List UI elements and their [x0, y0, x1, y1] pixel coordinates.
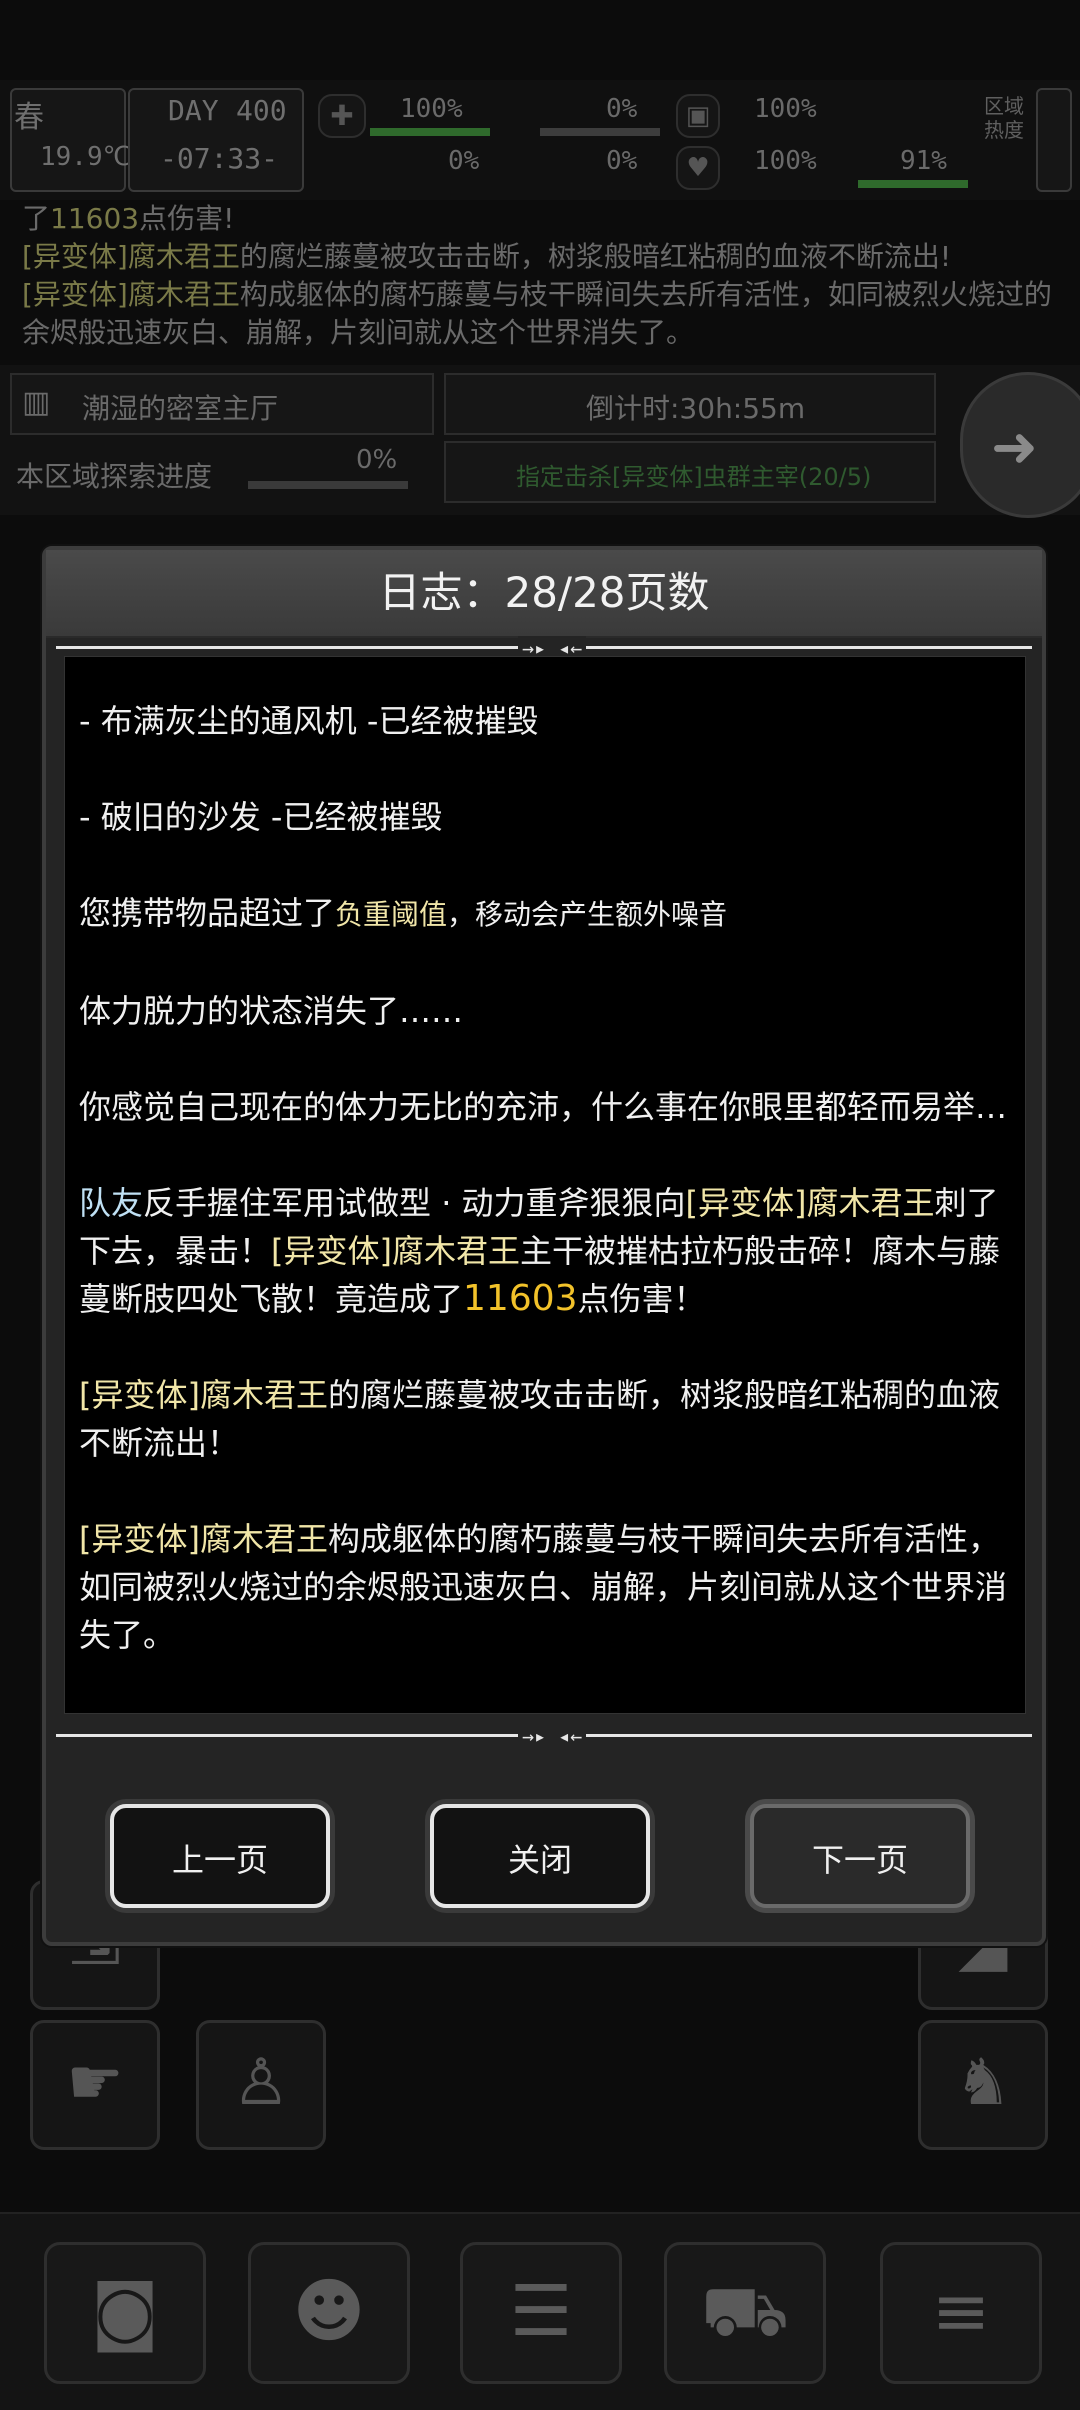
top-divider: →▸ ◂←: [56, 636, 1032, 660]
log-entry: - 破旧的沙发 -已经被摧毁: [79, 798, 443, 836]
log-enemy-tag: [异变体]腐木君王: [271, 1232, 520, 1270]
menu-icon[interactable]: ≡: [880, 2242, 1042, 2384]
task-text: 指定击杀[异变体]虫群主宰(20/5): [516, 463, 872, 491]
log-entry: 你感觉自己现在的体力无比的充沛，什么事在你眼里都轻而易举…: [79, 1088, 1008, 1126]
health-bar: [370, 128, 490, 136]
log-text: 反手握住军用试做型 · 动力重斧狠狠向: [143, 1184, 686, 1222]
zone-name-box: ▥ 潮湿的密室主厅: [10, 373, 434, 435]
shop-cart-icon[interactable]: ⛟: [664, 2242, 826, 2384]
stamina-pct: 91%: [900, 146, 947, 176]
task-box[interactable]: 指定击杀[异变体]虫群主宰(20/5): [444, 441, 936, 503]
log-entry: [异变体]腐木君王的腐烂藤蔓被攻击击断，树浆般暗红粘稠的血液不断流出！: [79, 1371, 1009, 1467]
next-page-button[interactable]: 下一页: [750, 1804, 970, 1908]
bg-log-text: 的腐烂藤蔓被攻击击断，树浆般暗红粘稠的血液不断流出!: [239, 240, 952, 273]
heart-pct: 100%: [754, 146, 817, 176]
health-pct: 100%: [400, 94, 463, 124]
region-heat-label: 区域热度: [984, 94, 1024, 142]
bottom-divider: →▸ ◂←: [56, 1724, 1032, 1748]
day-label: DAY: [168, 94, 219, 127]
log-text: 点伤害！: [577, 1280, 706, 1318]
building-icon: ▥: [22, 385, 51, 420]
background-log: 了11603点伤害! [异变体]腐木君王的腐烂藤蔓被攻击击断，树浆般暗红粘稠的血…: [22, 200, 1062, 352]
season-label: 春: [14, 100, 44, 135]
log-entry: [异变体]腐木君王构成躯体的腐朽藤蔓与枝干瞬间失去所有活性，如同被烈火烧过的余烬…: [79, 1515, 1009, 1659]
log-entry: 队友反手握住军用试做型 · 动力重斧狠狠向[异变体]腐木君王刺了下去，暴击！[异…: [79, 1179, 1009, 1323]
journal-icon[interactable]: ☰: [460, 2242, 622, 2384]
log-enemy-tag: [异变体]腐木君王: [685, 1184, 935, 1222]
log-text: ，移动会产生额外噪音: [447, 898, 728, 931]
log-text: 您携带物品超过了: [79, 894, 336, 932]
log-entry: 您携带物品超过了负重阈值，移动会产生额外噪音: [79, 889, 1009, 939]
day-number: 400: [236, 94, 287, 127]
heart-icon: ♥: [676, 146, 720, 190]
log-teammate: 队友: [79, 1184, 144, 1222]
arrow-right-icon: ➜: [991, 415, 1038, 480]
brain-skill-icon[interactable]: ☻: [248, 2242, 410, 2384]
armor-pct: 100%: [754, 94, 817, 124]
zone-name: 潮湿的密室主厅: [82, 392, 279, 425]
log-content: - 布满灰尘的通风机 -已经被摧毁 - 破旧的沙发 -已经被摧毁 您携带物品超过…: [79, 697, 1009, 1707]
divider-ornament-icon: →▸ ◂←: [518, 1724, 587, 1748]
walk-icon[interactable]: ♙: [196, 2020, 326, 2150]
log-dialog: 日志：28/28页数 →▸ ◂← - 布满灰尘的通风机 -已经被摧毁 - 破旧的…: [42, 546, 1046, 1946]
log-entry: - 布满灰尘的通风机 -已经被摧毁: [79, 702, 539, 740]
prev-page-button[interactable]: 上一页: [110, 1804, 330, 1908]
explore-progress-bar: [248, 481, 408, 489]
region-heat-meter: [1036, 88, 1072, 192]
log-enemy-tag: [异变体]腐木君王: [79, 1520, 328, 1558]
hunger-pct: 0%: [606, 94, 638, 124]
medkit-icon: ✚: [318, 94, 366, 138]
combat-icon[interactable]: ♞: [918, 2020, 1048, 2150]
bg-log-prefix: 了: [22, 202, 51, 235]
log-enemy-tag: [异变体]腐木君王: [79, 1376, 328, 1414]
bg-log-tag: [异变体]腐木君王: [22, 278, 240, 311]
dialog-title: 日志：28/28页数: [46, 550, 1042, 638]
backpack-icon[interactable]: ◙: [44, 2242, 206, 2384]
stamina-bar: [858, 180, 968, 188]
log-keyword: 负重阈值: [335, 898, 448, 931]
bleed-pct: 0%: [606, 146, 638, 176]
temperature-value: 19.9℃: [40, 142, 132, 172]
explore-pct: 0%: [356, 445, 398, 475]
log-scroll-area[interactable]: - 布满灰尘的通风机 -已经被摧毁 - 破旧的沙发 -已经被摧毁 您携带物品超过…: [64, 656, 1026, 1714]
stat-pct-a: 0%: [448, 146, 480, 176]
armor-icon: ▣: [676, 94, 720, 138]
bg-log-suffix: 点伤害!: [139, 202, 235, 235]
log-entry: 体力脱力的状态消失了……: [79, 992, 464, 1030]
close-button[interactable]: 关闭: [430, 1804, 650, 1908]
bg-log-tag: [异变体]腐木君王: [22, 240, 240, 273]
hunger-bar: [540, 128, 660, 136]
zone-panel: ▥ 潮湿的密室主厅 倒计时:30h:55m 本区域探索进度 0% 指定击杀[异变…: [0, 365, 1080, 515]
interact-hand-icon[interactable]: ☛: [30, 2020, 160, 2150]
clock-value: -07:33-: [160, 142, 279, 175]
next-zone-button[interactable]: ➜: [960, 372, 1080, 518]
countdown-box: 倒计时:30h:55m: [444, 373, 936, 435]
status-hud: 春 19.9℃ DAY 400 -07:33- ✚ 100% 0% 0% 0% …: [0, 80, 1080, 200]
bg-log-damage: 11603: [50, 202, 140, 235]
log-damage-value: 11603: [463, 1278, 578, 1319]
countdown: 倒计时:30h:55m: [586, 392, 806, 425]
explore-label: 本区域探索进度: [16, 460, 213, 493]
